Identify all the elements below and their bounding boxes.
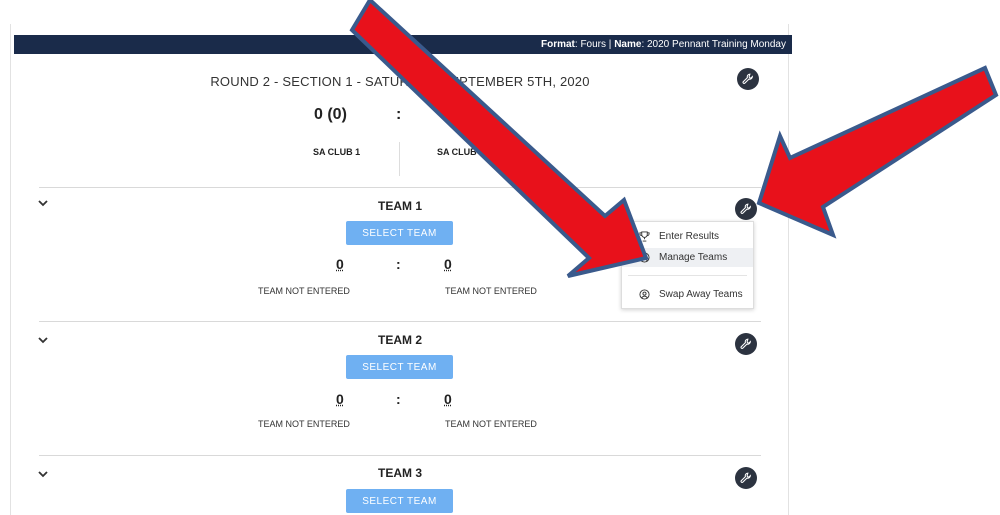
wrench-icon — [742, 73, 753, 84]
team-2-score-colon: : — [396, 391, 401, 407]
menu-item-label: Enter Results — [659, 231, 720, 242]
team-1-home-status: TEAM NOT ENTERED — [258, 286, 350, 296]
format-value: Fours — [580, 39, 607, 50]
team-1-select-button[interactable]: SELECT TEAM — [346, 221, 453, 245]
team-1-away-score[interactable]: 0 — [444, 256, 452, 272]
menu-item-swap-away-teams[interactable]: Swap Away Teams — [622, 285, 753, 304]
team-1-title: TEAM 1 — [377, 199, 422, 213]
wrench-icon — [740, 472, 751, 483]
menu-item-label: Swap Away Teams — [659, 289, 743, 300]
wrench-icon — [740, 338, 751, 349]
trophy-icon — [639, 231, 650, 242]
team-1-score-colon: : — [396, 256, 401, 272]
away-club-name: SA CLUB 2 — [437, 147, 485, 157]
team-1-home-score[interactable]: 0 — [336, 256, 344, 272]
team-1-wrench-button[interactable] — [735, 198, 757, 220]
team-3-title: TEAM 3 — [377, 466, 422, 480]
section-divider — [39, 455, 761, 456]
round-score-colon: : — [396, 106, 402, 123]
chevron-down-icon[interactable] — [36, 333, 50, 347]
format-label: Format — [540, 39, 575, 50]
round-wrench-button[interactable] — [737, 68, 759, 90]
team-1-away-status: TEAM NOT ENTERED — [445, 286, 537, 296]
home-total-score: 0 (0) — [314, 106, 347, 123]
menu-item-label: Manage Teams — [659, 252, 728, 263]
team-2-select-button[interactable]: SELECT TEAM — [346, 355, 453, 379]
team-2-away-status: TEAM NOT ENTERED — [445, 419, 537, 429]
header-bar: Format: Fours | Name: 2020 Pennant Train… — [14, 35, 792, 54]
team-2-home-status: TEAM NOT ENTERED — [258, 419, 350, 429]
club-divider — [399, 142, 400, 176]
menu-separator — [628, 275, 747, 276]
team-3-select-button[interactable]: SELECT TEAM — [346, 489, 453, 513]
user-circle-icon — [639, 289, 650, 300]
wrench-icon — [740, 203, 751, 214]
section-divider — [39, 187, 761, 188]
home-club-name: SA CLUB 1 — [313, 147, 361, 157]
team-2-title: TEAM 2 — [377, 333, 422, 347]
team-2-away-score[interactable]: 0 — [444, 391, 452, 407]
round-title: ROUND 2 - SECTION 1 - SATURDAY, SEPTEMBE… — [210, 74, 590, 89]
team-3-wrench-button[interactable] — [735, 467, 757, 489]
team-2-home-score[interactable]: 0 — [336, 391, 344, 407]
user-circle-icon — [639, 252, 650, 263]
team-2-wrench-button[interactable] — [735, 333, 757, 355]
team-actions-menu: Enter Results Manage Teams Swap Away Tea… — [621, 221, 754, 309]
chevron-down-icon[interactable] — [36, 196, 50, 210]
section-divider — [39, 321, 761, 322]
menu-item-enter-results[interactable]: Enter Results — [622, 227, 753, 246]
name-label: Name — [614, 39, 642, 50]
chevron-down-icon[interactable] — [36, 467, 50, 481]
menu-item-manage-teams[interactable]: Manage Teams — [622, 248, 753, 267]
name-value: 2020 Pennant Training Monday — [647, 39, 786, 50]
